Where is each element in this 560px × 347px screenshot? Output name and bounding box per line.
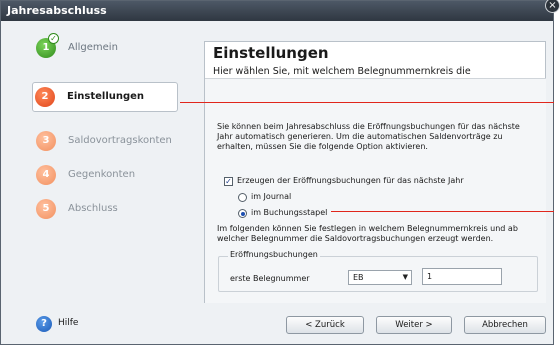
- annotation-line-buchungsstapel: [331, 211, 554, 212]
- radio-label-journal: im Journal: [251, 192, 292, 201]
- number-range-description: Im folgenden können Sie festlegen in wel…: [217, 224, 518, 243]
- checkbox-label: Erzeugen der Eröffnungsbuchungen für das…: [237, 176, 464, 185]
- step-number-3: 3: [36, 131, 56, 151]
- cancel-button[interactable]: Abbrechen: [464, 316, 546, 334]
- help-label[interactable]: Hilfe: [58, 318, 78, 328]
- step-einstellungen[interactable]: 2 Einstellungen: [32, 82, 178, 112]
- group-legend: Eröffnungsbuchungen: [228, 250, 320, 259]
- radio-im-buchungsstapel[interactable]: [238, 209, 247, 218]
- first-document-number-label: erste Belegnummer: [230, 274, 310, 283]
- step-number-2: 2: [35, 87, 55, 107]
- step-allgemein[interactable]: 1 ✓ Allgemein: [34, 33, 196, 61]
- close-icon[interactable]: ×: [545, 0, 560, 13]
- option-description: Sie können beim Jahresabschluss die Eröf…: [217, 122, 520, 151]
- step-gegenkonten[interactable]: 4 Gegenkonten: [34, 162, 196, 188]
- chevron-down-icon: ▼: [402, 273, 408, 281]
- step-label: Allgemein: [68, 42, 118, 53]
- step-label: Einstellungen: [67, 91, 145, 102]
- help-icon[interactable]: ?: [36, 316, 52, 332]
- first-document-number-input[interactable]: 1: [422, 268, 502, 285]
- create-opening-entries-checkbox[interactable]: ✓: [224, 177, 233, 186]
- step-number-4: 4: [36, 165, 56, 185]
- radio-label-stapel: im Buchungsstapel: [251, 208, 328, 217]
- back-button[interactable]: < Zurück: [286, 316, 364, 334]
- page-title: Einstellungen: [213, 44, 329, 62]
- next-button[interactable]: Weiter >: [376, 316, 452, 334]
- step-list: 1 ✓ Allgemein 2 Einstellungen 3 Saldovor…: [0, 20, 198, 310]
- step-abschluss[interactable]: 5 Abschluss: [34, 196, 196, 222]
- step-label: Gegenkonten: [68, 169, 136, 180]
- window-title: Jahresabschluss: [1, 1, 553, 21]
- select-value: EB: [353, 273, 364, 282]
- number-range-select[interactable]: EB ▼: [348, 270, 412, 285]
- step-label: Saldovortragskonten: [68, 135, 172, 146]
- step-saldovortragskonten[interactable]: 3 Saldovortragskonten: [34, 128, 196, 154]
- step-label: Abschluss: [68, 203, 118, 214]
- radio-im-journal[interactable]: [238, 193, 247, 202]
- annotation-line-einstellungen: [180, 102, 554, 103]
- checkmark-icon: ✓: [48, 33, 59, 44]
- step-number-5: 5: [36, 199, 56, 219]
